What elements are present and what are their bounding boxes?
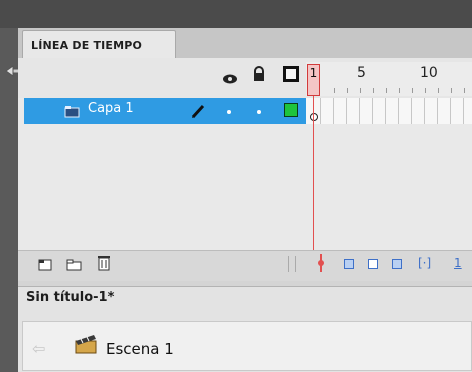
modify-markers-icon[interactable]: [·] <box>418 256 431 270</box>
scene-name[interactable]: Escena 1 <box>106 340 174 358</box>
ruler-number-5: 5 <box>357 65 366 81</box>
keyframe-empty-circle[interactable] <box>310 113 318 121</box>
playhead-line <box>313 96 314 252</box>
layer-outline-color-swatch[interactable] <box>284 103 298 117</box>
lock-dot[interactable] <box>257 110 261 114</box>
layer-icon <box>64 104 80 123</box>
lock-icon[interactable] <box>252 66 266 86</box>
layer-name[interactable]: Capa 1 <box>88 101 134 116</box>
frame-strip[interactable] <box>306 98 472 124</box>
clapperboard-icon <box>74 333 98 359</box>
visibility-dot[interactable] <box>227 110 231 114</box>
onion-skin-outlines-icon[interactable] <box>368 259 378 269</box>
playhead-frame-number: 1 <box>309 66 318 80</box>
new-folder-icon[interactable] <box>66 257 82 276</box>
top-strip <box>0 0 472 28</box>
frame-ruler[interactable]: 5 10 <box>306 62 472 96</box>
trash-icon[interactable] <box>97 254 111 275</box>
outline-square-icon[interactable] <box>283 66 299 86</box>
edit-multiple-frames-icon[interactable] <box>392 259 402 269</box>
ruler-number-10: 10 <box>420 65 438 81</box>
timeline-bottom-toolbar <box>18 250 472 281</box>
eye-icon[interactable] <box>222 70 238 89</box>
new-layer-icon[interactable] <box>38 257 52 276</box>
onion-skin-icon[interactable] <box>344 259 354 269</box>
tab-timeline[interactable]: LÍNEA DE TIEMPO <box>22 30 176 59</box>
current-frame-indicator: 1 <box>454 256 462 270</box>
pencil-icon[interactable] <box>190 103 206 123</box>
splitter-handle[interactable] <box>288 256 296 272</box>
center-frame-icon[interactable] <box>316 254 326 276</box>
back-arrow-icon[interactable]: ⇦ <box>32 339 45 358</box>
document-title: Sin título-1* <box>26 290 115 305</box>
